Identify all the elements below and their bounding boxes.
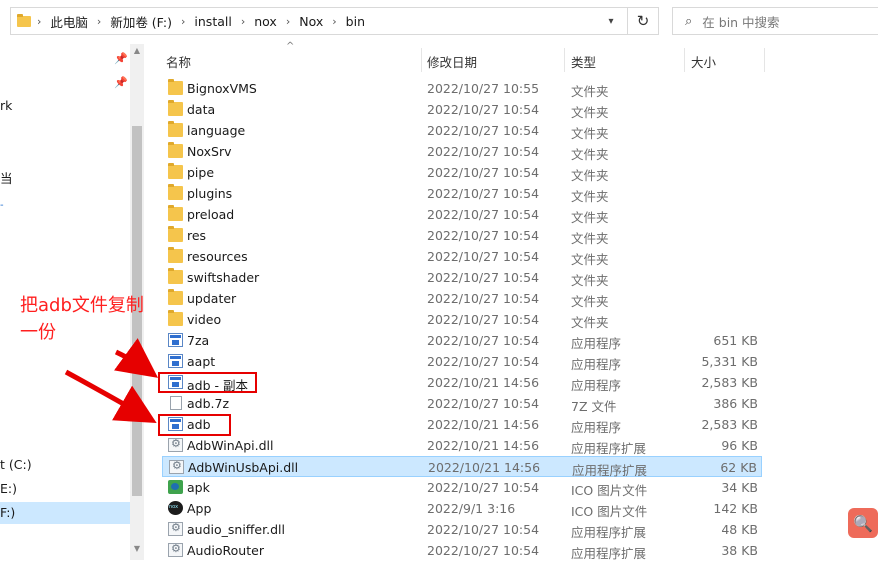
search-help-button[interactable]: 🔍 xyxy=(848,508,878,538)
arrow-to-adb xyxy=(64,369,157,424)
magnifier-icon: 🔍 xyxy=(853,513,873,533)
annotation-arrows xyxy=(64,338,159,424)
arrow-to-adb-copy xyxy=(113,338,159,378)
